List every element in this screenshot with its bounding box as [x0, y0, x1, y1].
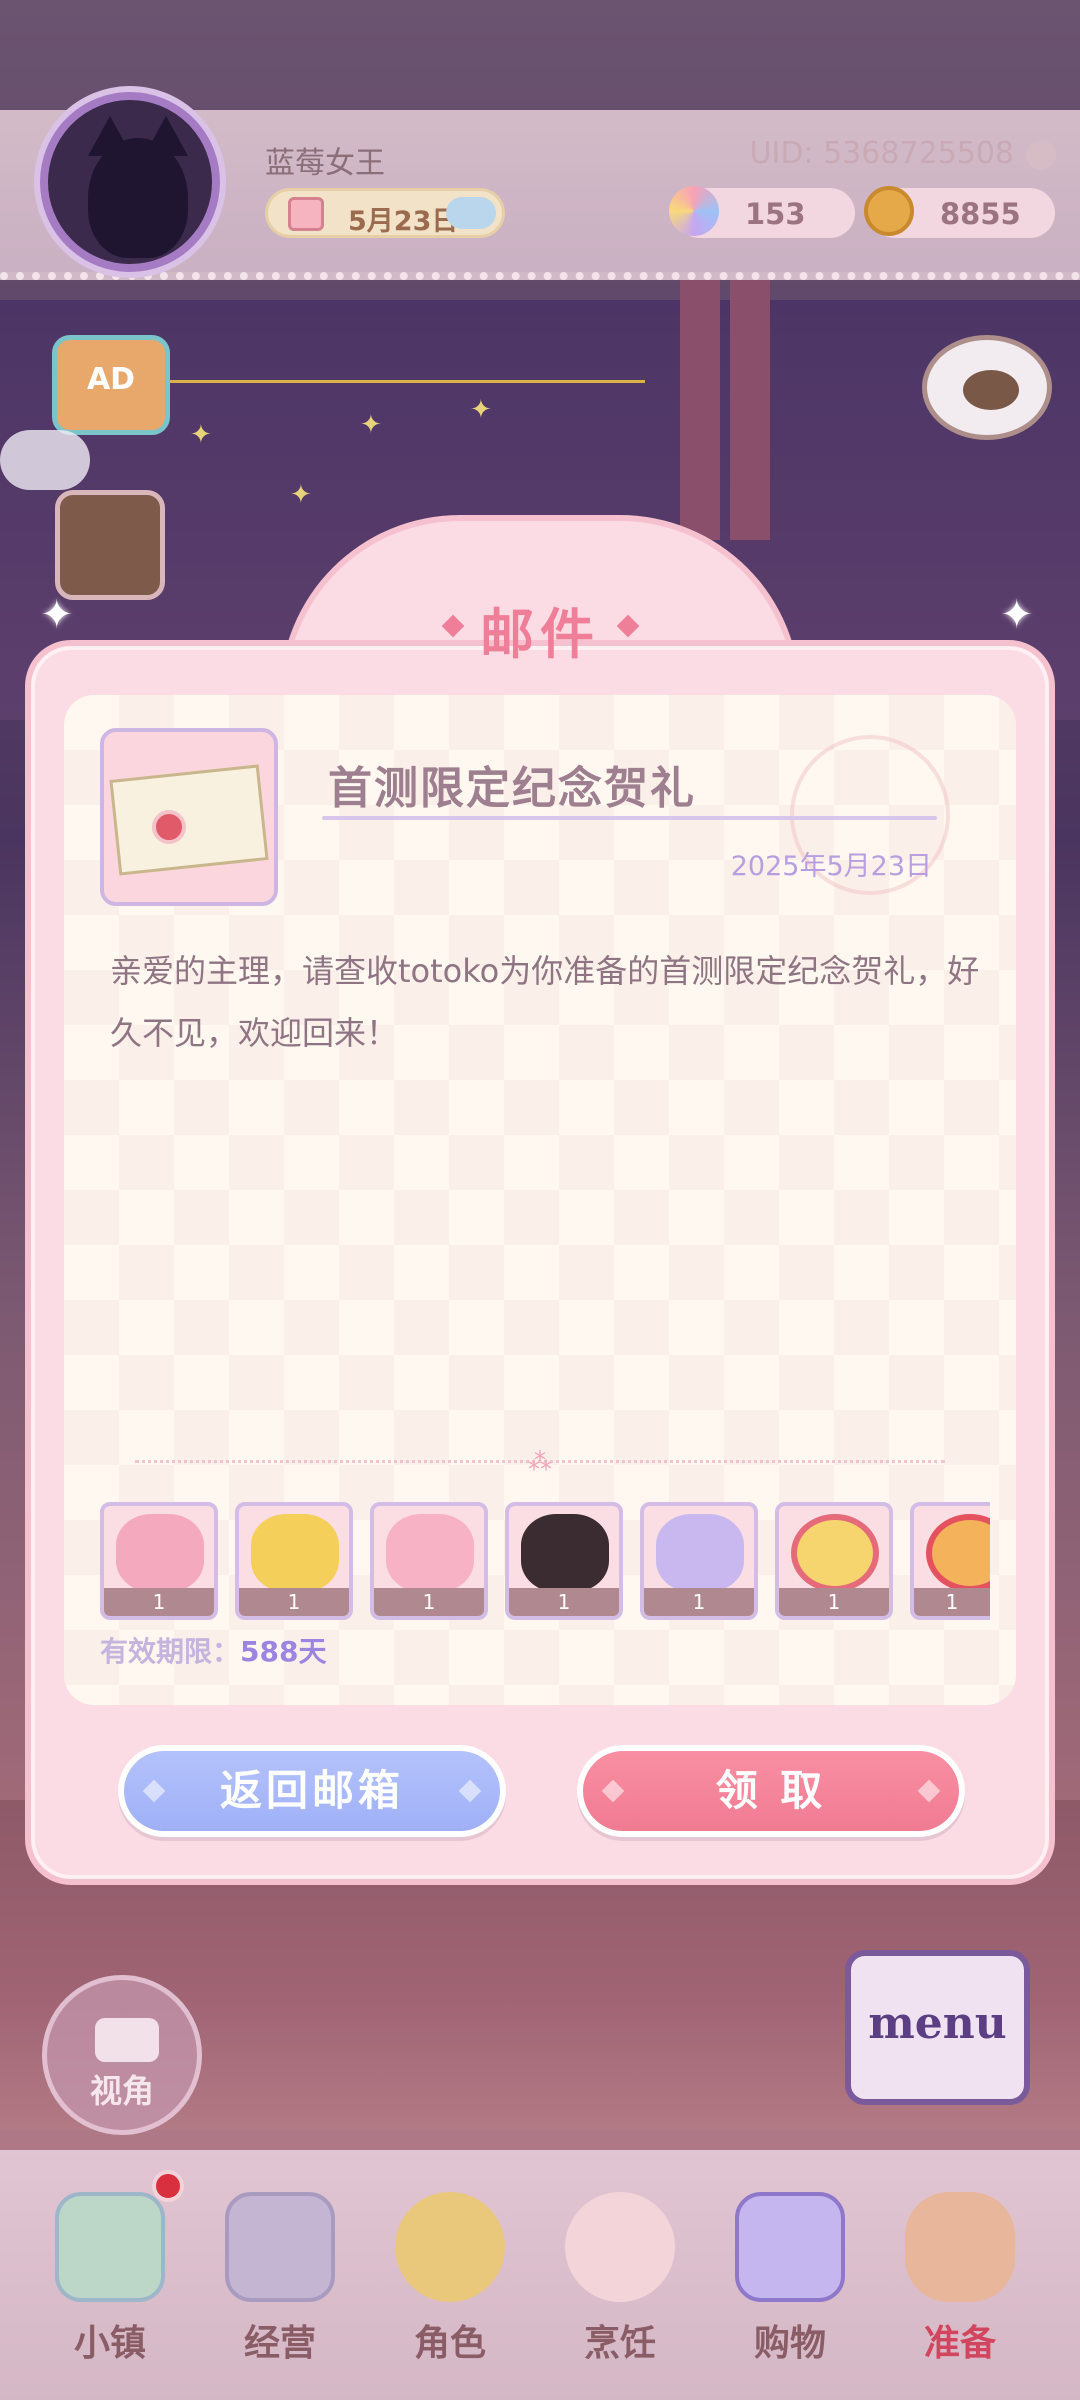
reward-count: 1: [914, 1588, 990, 1616]
nav-item-town[interactable]: 小镇: [30, 2180, 190, 2380]
date-display: 5月23日: [265, 188, 505, 238]
nav-label-cooking: 烹饪: [583, 2323, 656, 2364]
menu-book-button[interactable]: menu: [845, 1950, 1030, 2105]
camera-view-button[interactable]: 视角: [42, 1975, 202, 2135]
nav-label-shopping: 购物: [753, 2323, 826, 2364]
heart-seal-icon: [152, 810, 186, 844]
star-decoration: ✦: [360, 410, 382, 440]
star-decoration: ✦: [190, 420, 212, 450]
nav-label-character: 角色: [413, 2323, 486, 2364]
claim-button-label: 领 取: [715, 1766, 827, 1815]
cloud-decoration: [0, 430, 90, 490]
back-button-label: 返回邮箱: [219, 1766, 404, 1815]
expiry-info: 有效期限：588天: [100, 1630, 326, 1670]
video-camera-icon: [95, 2018, 159, 2062]
reward-count: 1: [779, 1588, 889, 1616]
bow-icon: ⁂: [528, 1448, 552, 1476]
shop-bag-icon: [225, 2192, 335, 2302]
black-cat-avatar-icon: [88, 116, 188, 258]
event-character-button[interactable]: [55, 490, 165, 600]
coin-count: 8855: [940, 197, 1021, 231]
expiry-value: 588天: [240, 1635, 327, 1668]
calendar-icon: [288, 197, 324, 231]
raccoon-mascot-icon: [963, 370, 1019, 410]
player-name: 蓝莓女王: [265, 146, 385, 181]
mail-body: 亲爱的主理，请查收totoko为你准备的首测限定纪念贺礼，好久不见，欢迎回来！: [110, 952, 980, 1052]
reward-item[interactable]: 1: [640, 1502, 758, 1620]
curtain: [730, 280, 770, 540]
gem-count: 153: [745, 197, 806, 231]
nav-item-cooking[interactable]: 烹饪: [540, 2180, 700, 2380]
title-underline: [322, 816, 937, 820]
nav-item-prepare[interactable]: 准备: [880, 2180, 1040, 2380]
diamond-icon: [601, 1779, 625, 1803]
reward-item[interactable]: 1: [775, 1502, 893, 1620]
nav-label-business: 经营: [243, 2323, 316, 2364]
rainbow-gem-icon: [669, 186, 719, 236]
ad-button[interactable]: AD: [52, 335, 170, 435]
yellow-headdress-item: [251, 1514, 339, 1592]
mascot-chat-button[interactable]: [922, 335, 1052, 440]
nav-item-shopping[interactable]: 购物: [710, 2180, 870, 2380]
reward-item[interactable]: 1: [370, 1502, 488, 1620]
reward-count: 1: [104, 1588, 214, 1616]
diamond-icon: [142, 1779, 166, 1803]
mail-thumbnail: [100, 728, 278, 906]
mail-title: 首测限定纪念贺礼: [328, 763, 696, 814]
notification-dot: [152, 2170, 184, 2202]
mail-date: 2025年5月23日: [730, 851, 932, 882]
reward-item[interactable]: 1: [505, 1502, 623, 1620]
shopping-bag-icon: [735, 2192, 845, 2302]
weather-cloud-icon: [446, 197, 496, 229]
claim-button[interactable]: 领 取: [577, 1745, 965, 1837]
reward-item[interactable]: 1: [910, 1502, 990, 1620]
coin-icon: [864, 186, 914, 236]
reward-count: 1: [239, 1588, 349, 1616]
envelope-icon: [109, 764, 269, 876]
ad-label: AD: [86, 362, 136, 397]
dialog-title: 邮件: [480, 603, 600, 666]
reward-item[interactable]: 1: [100, 1502, 218, 1620]
current-date: 5月23日: [348, 206, 459, 237]
town-map-icon: [55, 2192, 165, 2302]
copy-uid-icon[interactable]: [1026, 140, 1056, 170]
reward-count: 1: [374, 1588, 484, 1616]
purple-bear-item: [656, 1514, 744, 1592]
menu-label: menu: [868, 1998, 1007, 2049]
sparkle-icon: ✦: [1000, 592, 1034, 638]
player-uid: UID: 5368725508: [749, 136, 1014, 171]
pink-dress-item: [386, 1514, 474, 1592]
strawberry-hair-item: [791, 1514, 879, 1592]
expiry-label: 有效期限：: [100, 1635, 241, 1668]
maid-outfit-item: [521, 1514, 609, 1592]
prepare-basket-icon: [905, 2192, 1015, 2302]
nav-label-prepare: 准备: [923, 2323, 996, 2364]
pink-vanity-item: [116, 1514, 204, 1592]
diamond-icon: [458, 1779, 482, 1803]
red-hair-item: [926, 1514, 990, 1592]
reward-item[interactable]: 1: [235, 1502, 353, 1620]
star-decoration: ✦: [470, 395, 492, 425]
reward-count: 1: [509, 1588, 619, 1616]
nav-label-town: 小镇: [73, 2323, 146, 2364]
nav-item-business[interactable]: 经营: [200, 2180, 360, 2380]
coin-counter[interactable]: 8855: [864, 186, 1055, 238]
star-decoration: ✦: [290, 480, 312, 510]
gem-counter[interactable]: 153: [669, 186, 855, 238]
player-avatar[interactable]: [40, 92, 220, 272]
cooking-icon: [565, 2192, 675, 2302]
diamond-icon: [917, 1779, 941, 1803]
camera-label: 视角: [89, 2072, 154, 2110]
back-to-mailbox-button[interactable]: 返回邮箱: [118, 1745, 506, 1837]
sparkle-icon: ✦: [40, 592, 74, 638]
nav-item-character[interactable]: 角色: [370, 2180, 530, 2380]
string-lights: [165, 380, 645, 440]
curtain: [680, 280, 720, 540]
character-icon: [395, 2192, 505, 2302]
reward-count: 1: [644, 1588, 754, 1616]
